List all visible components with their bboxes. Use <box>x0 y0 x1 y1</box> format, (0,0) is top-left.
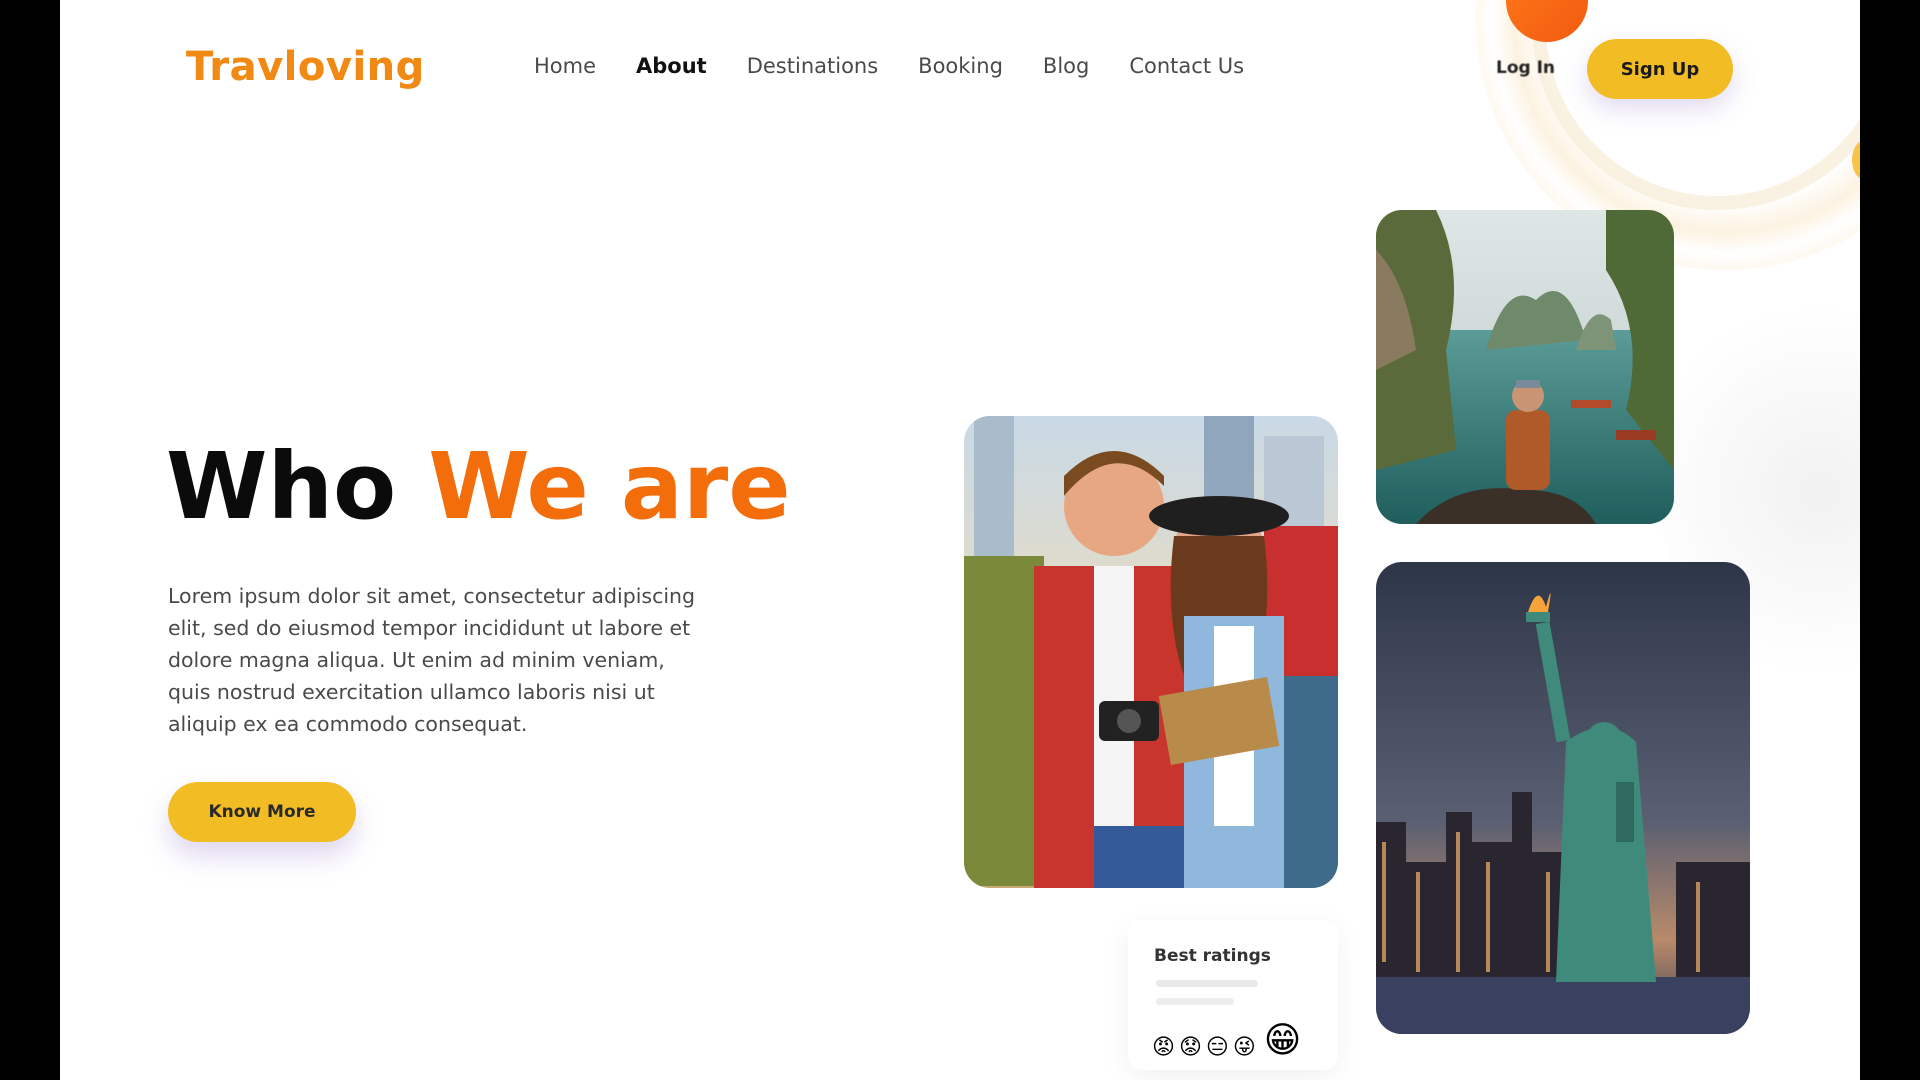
statue-of-liberty-photo <box>1376 562 1750 1034</box>
ratings-title: Best ratings <box>1154 946 1271 966</box>
landing-page: Travloving Home About Destinations Booki… <box>60 0 1860 1080</box>
nav-item-about[interactable]: About <box>636 54 707 78</box>
ratings-placeholder-bar <box>1156 998 1234 1005</box>
ratings-card: Best ratings 😡 😟 😑 😜 😁 <box>1128 920 1338 1070</box>
hero-description: Lorem ipsum dolor sit amet, consectetur … <box>168 584 696 736</box>
worried-emoji-icon[interactable]: 😟 <box>1179 1034 1202 1062</box>
hero-title: Who We are <box>166 432 791 542</box>
bay-with-hiker-photo <box>1376 210 1674 524</box>
expressionless-emoji-icon[interactable]: 😑 <box>1206 1034 1229 1062</box>
ratings-placeholder-bar <box>1156 980 1258 987</box>
login-link[interactable]: Log In <box>1496 58 1555 78</box>
nav-item-blog[interactable]: Blog <box>1043 54 1089 78</box>
nav-item-destinations[interactable]: Destinations <box>747 54 878 78</box>
hero-title-part1: Who <box>166 433 397 540</box>
angry-emoji-icon[interactable]: 😡 <box>1152 1034 1175 1062</box>
rating-emoji-row: 😡 😟 😑 😜 😁 <box>1152 1020 1301 1062</box>
travelers-couple-illustration <box>964 416 1338 888</box>
know-more-button[interactable]: Know More <box>168 782 356 842</box>
sign-up-button[interactable]: Sign Up <box>1587 39 1733 99</box>
nav-item-booking[interactable]: Booking <box>918 54 1003 78</box>
main-nav: Home About Destinations Booking Blog Con… <box>534 54 1244 78</box>
winking-tongue-emoji-icon[interactable]: 😜 <box>1233 1034 1256 1062</box>
travelers-couple-photo <box>964 416 1338 888</box>
nav-item-home[interactable]: Home <box>534 54 596 78</box>
bay-illustration <box>1376 210 1674 524</box>
brand-logo[interactable]: Travloving <box>186 44 425 90</box>
hero-title-accent: We are <box>428 433 791 540</box>
grinning-emoji-icon[interactable]: 😁 <box>1264 1020 1302 1062</box>
liberty-illustration <box>1376 562 1750 1034</box>
nav-item-contact-us[interactable]: Contact Us <box>1129 54 1244 78</box>
